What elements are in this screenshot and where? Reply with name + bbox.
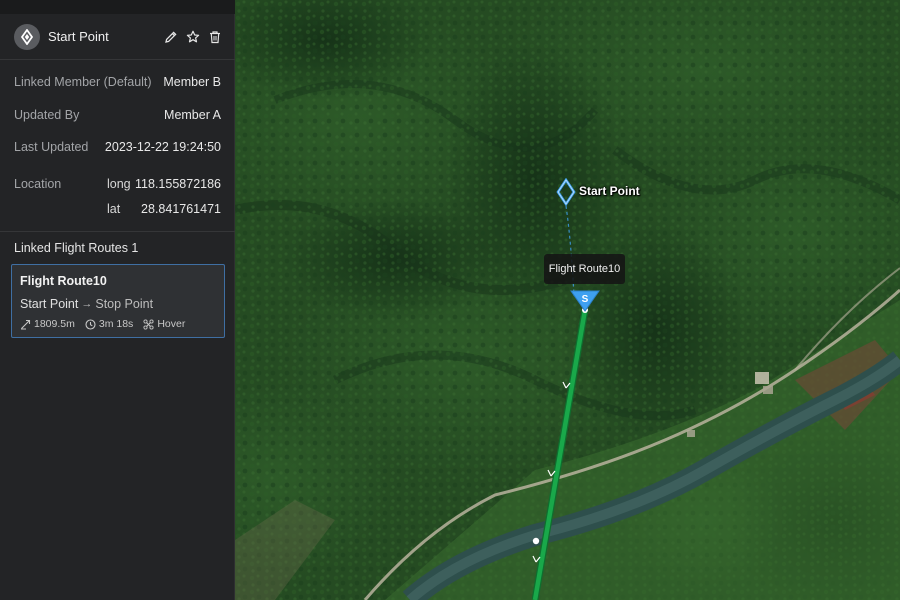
route-duration-value: 3m 18s — [98, 318, 134, 330]
info-section: Linked Member (Default) Member B Updated… — [0, 60, 235, 232]
route-tooltip: Flight Route10 — [544, 254, 625, 284]
latitude-value: 28.841761471 — [141, 202, 221, 216]
start-point-map-label: Start Point — [579, 184, 640, 198]
distance-icon — [21, 319, 31, 329]
latitude-row: lat 28.841761471 — [107, 202, 221, 216]
route-stop-label: Stop Point — [95, 297, 154, 311]
route-distance: 1809.5m — [20, 318, 75, 330]
panel-header: Start Point — [0, 14, 235, 60]
latitude-label: lat — [107, 202, 121, 216]
route-card[interactable]: Flight Route10 Start Point → Stop Point … — [11, 264, 225, 338]
route-distance-value: 1809.5m — [34, 318, 75, 330]
star-icon[interactable] — [185, 29, 201, 45]
page-title: Start Point — [48, 29, 109, 44]
route-start-badge[interactable]: S — [570, 290, 600, 312]
location-label: Location — [14, 177, 62, 191]
route-action-value: Hover — [157, 318, 186, 330]
route-path: Start Point → Stop Point — [20, 297, 216, 311]
arrow-right-icon: → — [81, 298, 93, 310]
satellite-map[interactable]: Start Point Flight Route10 S — [235, 0, 900, 600]
linked-member-row: Linked Member (Default) Member B — [14, 75, 221, 89]
marker-diamond-icon — [14, 23, 40, 50]
start-badge-letter: S — [582, 294, 589, 305]
panel-top-strip — [0, 0, 235, 14]
linked-member-value: Member B — [163, 75, 221, 89]
route-start-label: Start Point — [20, 297, 79, 311]
updated-by-label: Updated By — [14, 108, 80, 122]
last-updated-row: Last Updated 2023-12-22 19:24:50 — [14, 140, 221, 154]
linked-member-label: Linked Member (Default) — [14, 75, 152, 89]
linked-routes-title: Linked Flight Routes 1 — [14, 241, 139, 255]
longitude-row: long 118.155872186 — [107, 177, 221, 191]
longitude-label: long — [107, 177, 131, 191]
satellite-imagery — [235, 0, 900, 600]
route-meta: 1809.5m 3m 18s Hover — [20, 318, 216, 330]
longitude-value: 118.155872186 — [135, 177, 221, 191]
trash-icon[interactable] — [207, 29, 223, 45]
route-name: Flight Route10 — [20, 274, 107, 288]
updated-by-row: Updated By Member A — [14, 108, 221, 122]
route-action: Hover — [143, 318, 185, 330]
start-point-marker-icon[interactable] — [556, 177, 576, 207]
header-actions — [163, 29, 223, 45]
drone-icon — [143, 318, 154, 330]
detail-panel: Start Point Linked Member (Default) Memb… — [0, 0, 235, 600]
clock-icon — [85, 318, 96, 330]
updated-by-value: Member A — [164, 108, 221, 122]
edit-icon[interactable] — [163, 29, 179, 45]
route-duration: 3m 18s — [85, 318, 133, 330]
last-updated-label: Last Updated — [14, 140, 89, 154]
last-updated-value: 2023-12-22 19:24:50 — [104, 140, 221, 154]
